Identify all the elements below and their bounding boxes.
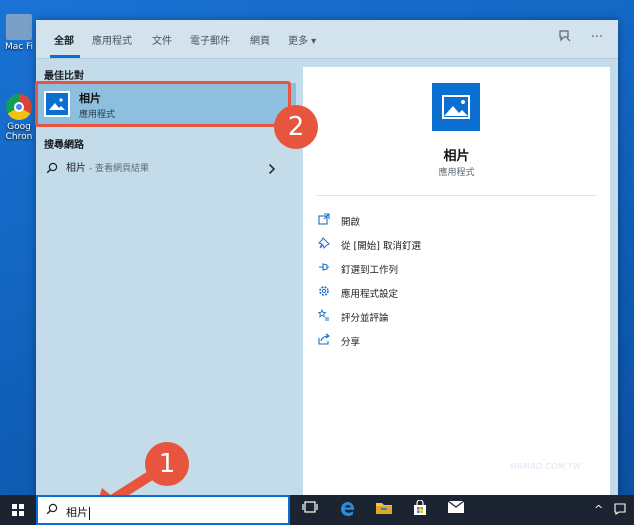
start-button[interactable] <box>0 495 36 525</box>
action-pin-taskbar[interactable]: 釘選到工作列 <box>317 259 597 279</box>
photos-app-large-icon <box>432 83 480 131</box>
edge-icon[interactable] <box>338 500 358 520</box>
task-view-icon[interactable] <box>300 500 320 520</box>
action-label: 開啟 <box>341 217 361 228</box>
annotation-badge-2: 2 <box>274 105 318 149</box>
details-subtitle: 應用程式 <box>438 168 475 178</box>
details-pane: 相片 應用程式 開啟 從 [開始] 取消釘選 釘選到工作列 應用程式設定 評分並… <box>303 67 610 495</box>
tab-email[interactable]: 電子郵件 <box>190 32 230 47</box>
taskbar: 相片 ^ <box>0 495 634 525</box>
taskbar-search-box[interactable]: 相片 <box>36 495 290 525</box>
notifications-icon[interactable] <box>614 503 626 518</box>
windows-logo-icon <box>12 504 24 516</box>
web-search-result[interactable]: 相片 - 查看網頁結果 <box>36 155 298 179</box>
action-open[interactable]: 開啟 <box>317 211 597 231</box>
folder-icon <box>6 14 32 40</box>
desktop-icon-chrome[interactable]: Goog Chron <box>0 94 38 142</box>
search-input-value[interactable]: 相片 <box>66 506 88 519</box>
tab-more[interactable]: 更多 ▾ <box>288 32 316 47</box>
tab-web[interactable]: 網頁 <box>250 32 270 47</box>
action-unpin-start[interactable]: 從 [開始] 取消釘選 <box>317 235 597 255</box>
details-title: 相片 <box>443 149 470 164</box>
text-caret <box>89 506 90 520</box>
web-query: 相片 <box>66 163 86 174</box>
more-options-icon[interactable]: ··· <box>588 29 606 47</box>
unpin-icon <box>317 237 331 251</box>
action-label: 分享 <box>341 337 361 348</box>
pin-taskbar-icon <box>317 261 331 275</box>
rate-icon <box>317 308 331 323</box>
best-match-heading: 最佳比對 <box>44 71 84 82</box>
tab-all[interactable]: 全部 <box>54 32 74 47</box>
tab-apps[interactable]: 應用程式 <box>92 32 132 47</box>
action-label: 應用程式設定 <box>341 289 399 300</box>
share-icon <box>317 333 331 347</box>
chrome-icon <box>6 94 32 120</box>
search-icon <box>46 159 58 178</box>
tray-chevron-icon[interactable]: ^ <box>594 503 603 516</box>
action-share[interactable]: 分享 <box>317 331 597 351</box>
chevron-right-icon[interactable] <box>268 160 276 179</box>
search-tabs: 全部 應用程式 文件 電子郵件 網頁 更多 ▾ ··· <box>36 20 618 59</box>
mail-icon[interactable] <box>446 500 466 520</box>
action-app-settings[interactable]: 應用程式設定 <box>317 283 597 303</box>
action-rate-review[interactable]: 評分並評論 <box>317 307 597 327</box>
web-search-heading: 搜尋網路 <box>44 140 84 151</box>
store-icon[interactable] <box>410 499 430 520</box>
desktop-icon-folder[interactable]: Mac Fi <box>0 14 38 52</box>
feedback-icon[interactable] <box>556 29 574 47</box>
search-panel: 全部 應用程式 文件 電子郵件 網頁 更多 ▾ ··· 最佳比對 相片 應用程式… <box>35 20 618 495</box>
results-column: 最佳比對 相片 應用程式 搜尋網路 相片 - 查看網頁結果 <box>35 59 298 495</box>
active-tab-indicator <box>50 55 80 58</box>
tab-documents[interactable]: 文件 <box>152 32 172 47</box>
divider <box>317 195 597 196</box>
open-icon <box>317 213 331 227</box>
annotation-highlight-box <box>35 81 291 127</box>
desktop-icon-label: Mac Fi <box>4 42 34 52</box>
file-explorer-icon[interactable] <box>374 500 394 520</box>
desktop-icon-label: Goog Chron <box>5 122 33 142</box>
action-label: 從 [開始] 取消釘選 <box>341 241 421 252</box>
gear-icon <box>317 285 331 299</box>
action-label: 釘選到工作列 <box>341 265 399 276</box>
web-suffix: - 查看網頁結果 <box>86 164 149 174</box>
action-label: 評分並評論 <box>341 313 389 324</box>
watermark: MRMAD.COM.TW <box>510 462 582 471</box>
search-icon <box>46 503 58 518</box>
